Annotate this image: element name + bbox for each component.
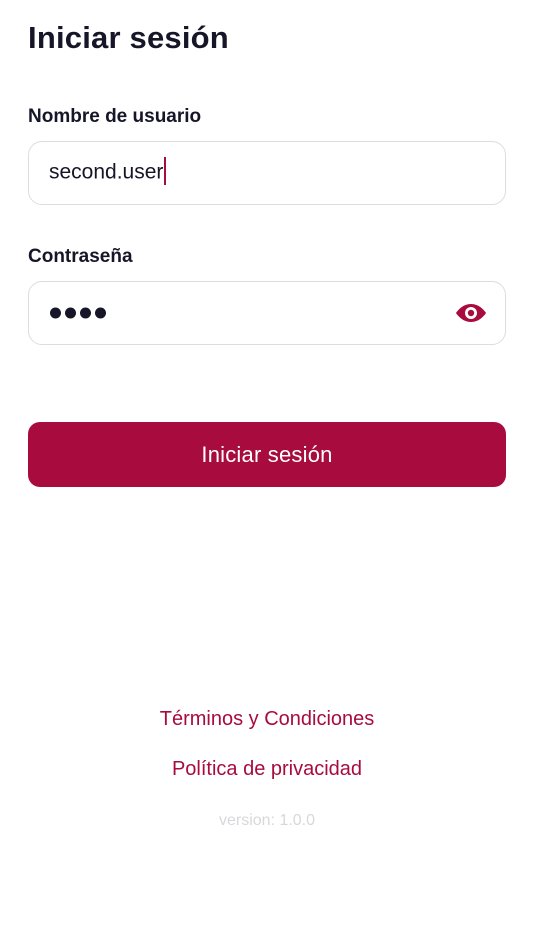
eye-icon[interactable] [455, 302, 487, 324]
username-field[interactable]: second.user [28, 141, 506, 205]
username-label: Nombre de usuario [28, 106, 202, 127]
text-caret [164, 157, 167, 185]
login-screen: Iniciar sesión Nombre de usuario second.… [0, 0, 534, 950]
terms-link[interactable]: Términos y Condiciones [0, 708, 534, 731]
login-button[interactable]: Iniciar sesión [28, 422, 506, 487]
privacy-link[interactable]: Política de privacidad [0, 758, 534, 781]
password-masked-value[interactable] [50, 307, 106, 319]
password-dot [95, 307, 106, 319]
username-value[interactable]: second.user [49, 157, 167, 187]
password-label: Contraseña [28, 246, 133, 267]
version-label: version: 1.0.0 [218, 812, 316, 829]
password-dot [65, 307, 76, 319]
page-title: Iniciar sesión [28, 20, 229, 55]
password-dot [80, 307, 91, 319]
password-field[interactable] [28, 281, 506, 345]
password-dot [50, 307, 61, 319]
